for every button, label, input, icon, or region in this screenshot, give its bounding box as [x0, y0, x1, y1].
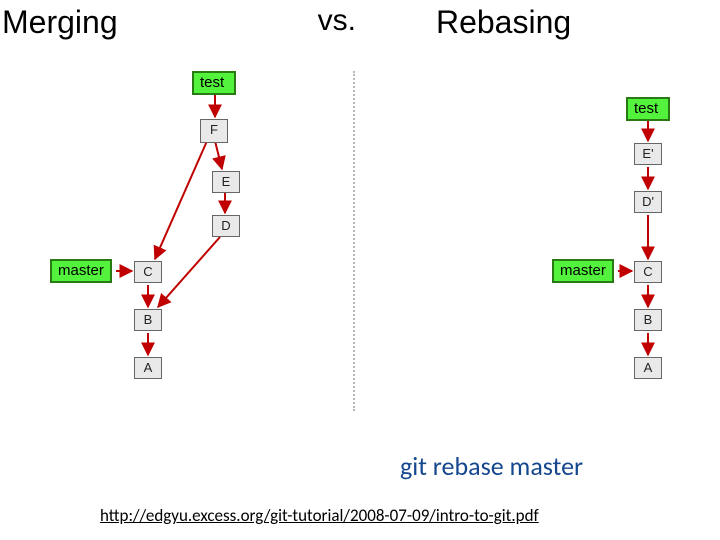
commit-b-merging: B — [134, 309, 162, 331]
commit-b-rebasing: B — [634, 309, 662, 331]
commit-d: D — [212, 215, 240, 237]
commit-d-prime: D' — [634, 191, 662, 213]
branch-test-rebasing: test — [626, 97, 670, 121]
branch-test-merging: test — [192, 71, 236, 95]
branch-master-merging: master — [50, 259, 112, 283]
source-link[interactable]: http://edgyu.excess.org/git-tutorial/200… — [100, 505, 539, 526]
commit-e-prime: E' — [634, 143, 662, 165]
title-vs: vs. — [318, 4, 356, 38]
vertical-divider — [353, 71, 355, 411]
commit-a-merging: A — [134, 357, 162, 379]
commit-f: F — [200, 119, 228, 143]
commit-e: E — [212, 171, 240, 193]
commit-c-rebasing: C — [634, 261, 662, 283]
title-merging: Merging — [2, 4, 118, 41]
header: Merging vs. Rebasing — [0, 0, 720, 41]
edges-svg — [0, 41, 720, 441]
command-text: git rebase master — [400, 450, 583, 482]
branch-master-rebasing: master — [552, 259, 614, 283]
title-rebasing: Rebasing — [436, 4, 571, 41]
commit-a-rebasing: A — [634, 357, 662, 379]
commit-c-merging: C — [134, 261, 162, 283]
diagram-canvas: test F E D C B A master test E' D' C B A… — [0, 41, 720, 441]
